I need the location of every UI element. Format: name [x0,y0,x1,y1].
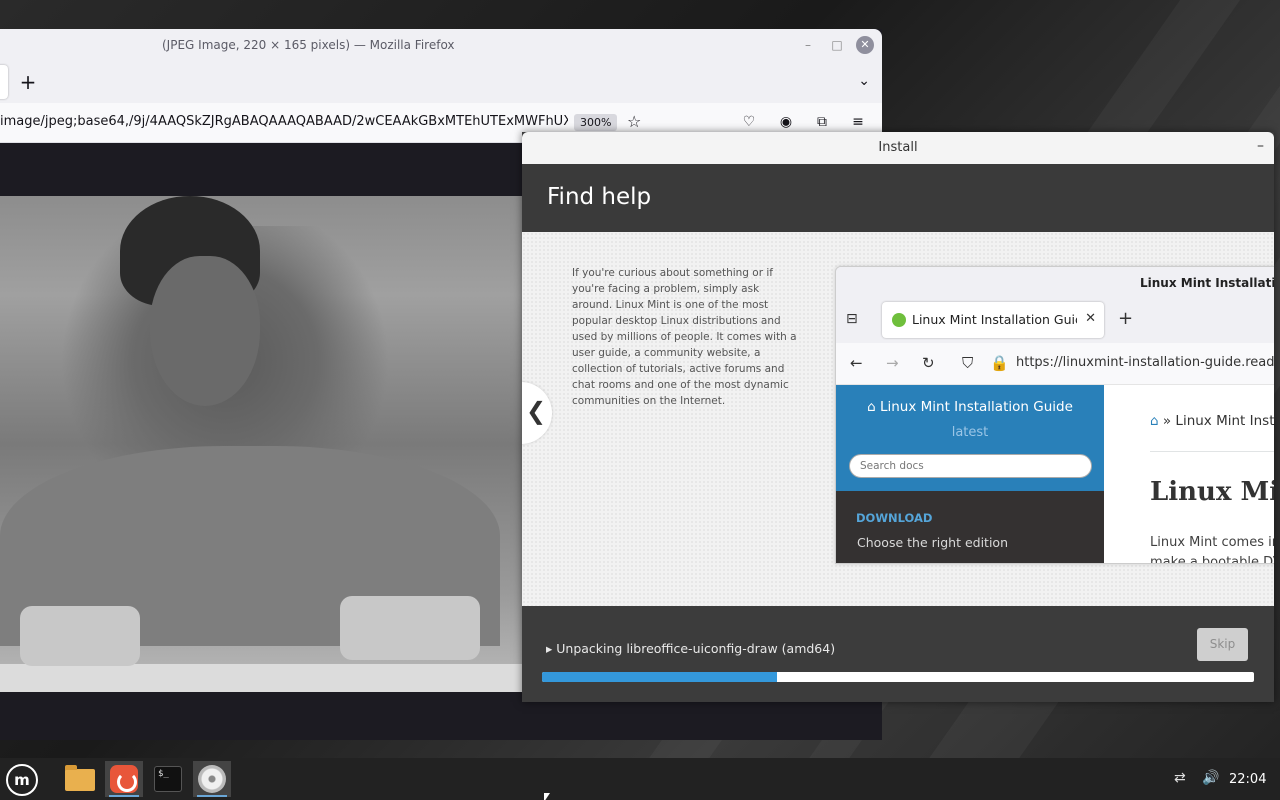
installer-window: Install – Find help ❮ If you're curious … [522,132,1274,702]
shield-icon: ⛉ [962,354,974,372]
breadcrumb-home-icon: ⌂ [1150,413,1163,429]
home-icon: ⌂ [867,399,880,415]
slideshow: ❮ If you're curious about something or i… [522,232,1274,606]
window-title: (JPEG Image, 220 × 165 pixels) — Mozilla… [162,38,455,52]
tab-strip: + ⌄ [0,61,882,103]
screenshot-tab-label: Linux Mint Installation Guid [912,312,1077,327]
skip-button[interactable]: Skip [1197,628,1248,661]
install-progress-fill [542,672,777,682]
docs-body-text: Linux Mint comes in make a bootable DV [1150,533,1274,564]
chevron-left-icon: ❮ [526,397,547,425]
close-button[interactable]: ✕ [856,36,874,54]
install-status-text: Unpacking libreoffice-uiconfig-draw (amd… [556,641,836,656]
menu-icon[interactable]: ≡ [849,114,867,130]
minimize-button[interactable]: – [799,36,817,54]
breadcrumb: ⌂ » Linux Mint Inst [1150,413,1274,429]
mouse-cursor-icon [544,793,550,800]
reload-icon: ↻ [922,354,935,372]
taskbar: m $_ ⇄ 🔊 22:04 [0,758,1280,800]
tab-list-icon: ⊟ [846,311,858,327]
account-icon[interactable]: ◉ [777,114,795,130]
docs-sidebar-header: ⌂ Linux Mint Installation Guide latest S… [836,385,1104,491]
docs-body-line: make a bootable DV [1150,555,1274,564]
maximize-button[interactable]: □ [828,36,846,54]
volume-icon[interactable]: 🔊 [1202,770,1219,786]
installer-titlebar[interactable]: Install – [522,132,1274,164]
docs-body-line: Linux Mint comes in [1150,535,1274,550]
docs-version: latest [951,425,989,440]
previous-slide-button[interactable]: ❮ [522,382,552,444]
back-arrow-icon: ← [850,354,863,372]
docs-section-item: Choose the right edition [857,535,1008,550]
docs-title: ⌂ Linux Mint Installation Guide [836,399,1104,415]
terminal-launcher[interactable]: $_ [149,761,187,797]
install-progress-bar [542,672,1254,682]
installer-title: Install [878,140,918,155]
slide-heading: Find help [547,184,652,210]
expander-triangle-icon[interactable]: ▸ [546,641,556,656]
url-bar[interactable]: image/jpeg;base64,/9j/4AAQSkZJRgABAQAAAQ… [0,114,568,129]
docs-page-heading: Linux Min [1150,477,1274,507]
mint-favicon-icon [892,313,906,327]
screenshot-url: https://linuxmint-installation-guide.rea… [1016,355,1274,370]
firefox-icon [110,765,138,793]
tab-current[interactable] [0,65,8,99]
screenshot-nav-bar: ← → ↻ ⛉ 🔒 https://linuxmint-installation… [836,343,1274,385]
docs-sidebar: ⌂ Linux Mint Installation Guide latest S… [836,385,1104,563]
files-launcher[interactable] [61,761,99,797]
active-indicator [109,795,139,797]
folder-icon [65,765,95,791]
extensions-icon[interactable]: ⧉ [813,114,831,130]
installer-launcher[interactable] [193,761,231,797]
divider [1150,451,1274,452]
forward-arrow-icon: → [886,354,899,372]
docs-section-caption: DOWNLOAD [856,511,933,525]
clock[interactable]: 22:04 [1229,772,1266,787]
screenshot-tab: Linux Mint Installation Guid ✕ [882,302,1104,338]
screenshot-window-title: Linux Mint Installatio [1140,276,1274,290]
close-tab-icon: ✕ [1085,311,1096,326]
new-tab-button[interactable]: + [18,70,38,94]
installer-minimize-button[interactable]: – [1257,138,1264,154]
screenshot-new-tab-icon: + [1118,308,1134,329]
firefox-titlebar[interactable]: (JPEG Image, 220 × 165 pixels) — Mozilla… [0,29,882,61]
docs-search-input: Search docs [849,454,1092,478]
slide-header: Find help [522,164,1274,232]
pocket-icon[interactable]: ♡ [740,114,758,130]
bookmark-star-icon[interactable]: ☆ [627,112,641,131]
browser-screenshot: Linux Mint Installatio ⊟ Linux Mint Inst… [835,266,1274,564]
zoom-indicator[interactable]: 300% [574,114,618,131]
screenshot-tab-strip: ⊟ Linux Mint Installation Guid ✕ + [836,299,1274,343]
firefox-launcher[interactable] [105,761,143,797]
installer-footer: ▸ Unpacking libreoffice-uiconfig-draw (a… [522,606,1274,702]
docs-title-text: Linux Mint Installation Guide [879,399,1073,415]
image-viewer [0,196,522,692]
breadcrumb-text: » Linux Mint Inst [1162,413,1274,429]
slide-description: If you're curious about something or if … [572,267,797,407]
disc-icon [198,765,226,793]
mint-menu-button[interactable]: m [6,764,38,796]
list-all-tabs-button[interactable]: ⌄ [858,73,870,89]
active-indicator [197,795,227,797]
terminal-icon: $_ [154,766,182,792]
lock-icon: 🔒 [990,354,1009,372]
screenshot-titlebar: Linux Mint Installatio [836,267,1274,299]
network-icon[interactable]: ⇄ [1174,770,1186,786]
docs-content: ⌂ » Linux Mint Inst Linux Min Linux Mint… [1104,385,1274,564]
install-status[interactable]: ▸ Unpacking libreoffice-uiconfig-draw (a… [546,641,835,656]
